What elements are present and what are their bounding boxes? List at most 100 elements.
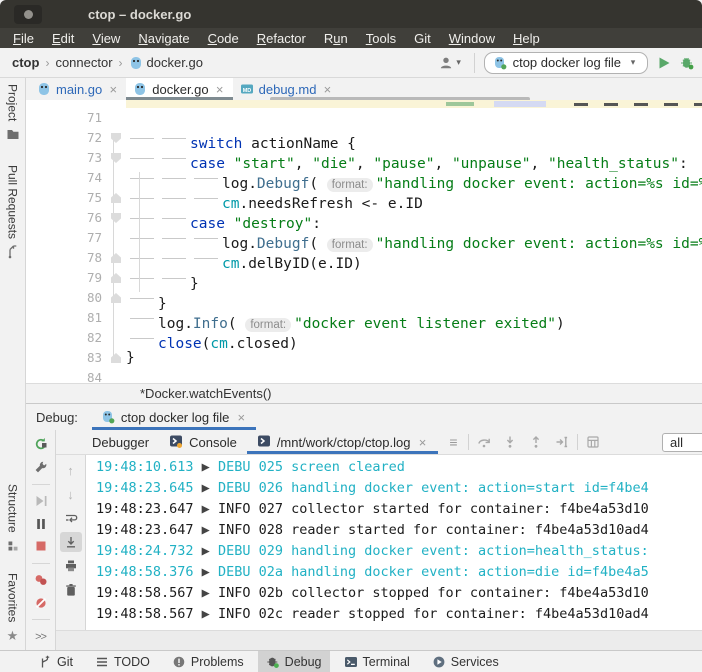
pause-button[interactable] (30, 514, 52, 533)
statusbar-item-todo[interactable]: TODO (87, 651, 158, 672)
line-number: 81 (26, 308, 126, 328)
menu-tools[interactable]: Tools (357, 31, 405, 46)
line-number: 83 (26, 348, 126, 368)
fold-marker-icon[interactable] (111, 273, 121, 283)
stripe-button-pull-requests[interactable]: Pull Requests (6, 165, 20, 259)
close-icon[interactable]: × (321, 83, 333, 95)
fold-marker-icon[interactable] (111, 153, 121, 163)
breadcrumb-label: connector (55, 55, 112, 70)
step-over-button[interactable] (473, 432, 495, 452)
debug-tab-debugger[interactable]: Debugger (82, 430, 159, 454)
code-line: 73case "start", "die", "pause", "unpause… (26, 148, 702, 168)
clear-log-button[interactable] (60, 580, 82, 600)
view-breakpoints-button[interactable] (30, 571, 52, 590)
stop-button[interactable] (30, 537, 52, 556)
tab-icon-wrap (257, 434, 271, 451)
editor-tab-main.go[interactable]: main.go× (30, 78, 126, 100)
user-share-button[interactable]: ▾ (439, 56, 465, 70)
mute-breakpoints-button[interactable] (30, 593, 52, 612)
layout-settings-button[interactable]: ≡ (442, 432, 464, 452)
rerun-icon (34, 437, 48, 451)
hidden-more-button[interactable]: >> (30, 627, 52, 646)
settings-button[interactable] (30, 458, 52, 477)
menu-view[interactable]: View (83, 31, 129, 46)
editor-tab-docker.go[interactable]: docker.go× (126, 78, 232, 100)
code-editor[interactable]: 7172switch actionName {73case "start", "… (26, 100, 702, 403)
clipped-token (574, 103, 702, 106)
window-menu-button[interactable] (14, 5, 42, 24)
run-to-cursor-icon (555, 435, 569, 449)
log-message: INFO 028 reader started for container: f… (218, 522, 649, 538)
log-arrow-icon: ▶ (194, 564, 218, 580)
line-number: 82 (26, 328, 126, 348)
run-to-cursor-button[interactable] (551, 432, 573, 452)
debug-session-tab[interactable]: ctop docker log file × (92, 404, 256, 430)
statusbar-item-problems[interactable]: Problems (164, 651, 252, 672)
menu-file[interactable]: File (4, 31, 43, 46)
tab-whitespace (158, 228, 190, 248)
fold-marker-icon[interactable] (111, 213, 121, 223)
tab-whitespace (190, 168, 222, 188)
fold-marker-icon[interactable] (111, 193, 121, 203)
tab-label: debug.md (259, 82, 317, 97)
run-button[interactable] (657, 56, 671, 70)
stripe-button-project[interactable]: Project (6, 84, 20, 141)
menu-git[interactable]: Git (405, 31, 440, 46)
statusbar-item-debug[interactable]: Debug (258, 651, 330, 672)
menu-window[interactable]: Window (440, 31, 504, 46)
statusbar-item-git[interactable]: Git (30, 651, 81, 672)
problems-icon (172, 655, 186, 669)
menu-help[interactable]: Help (504, 31, 549, 46)
log-output[interactable]: 19:48:10.613 ▶ DEBU 025 screen cleared19… (86, 455, 702, 630)
debug-button[interactable] (680, 56, 694, 70)
step-out-button[interactable] (525, 432, 547, 452)
debug-tab--mnt-work-ctop-ctop-log[interactable]: /mnt/work/ctop/ctop.log× (247, 430, 439, 454)
toolbar-separator (32, 484, 50, 485)
line-number: 78 (26, 248, 126, 268)
fold-marker-icon[interactable] (111, 293, 121, 303)
log-row: 19:48:10.613 ▶ DEBU 025 screen cleared (96, 457, 702, 478)
chevron-down-icon: ▾ (627, 57, 639, 69)
step-into-button[interactable] (499, 432, 521, 452)
gopher-icon (37, 82, 51, 96)
close-icon[interactable]: × (107, 83, 119, 95)
menu-code[interactable]: Code (199, 31, 248, 46)
menu-edit[interactable]: Edit (43, 31, 83, 46)
code-token: .closed) (228, 336, 298, 352)
step-out-icon (529, 435, 543, 449)
tab-whitespace (158, 188, 190, 208)
print-button[interactable] (60, 556, 82, 576)
log-filter-combo[interactable]: all (662, 433, 702, 452)
log-message: DEBU 029 handling docker event: action=h… (218, 543, 649, 559)
fold-marker-icon[interactable] (111, 133, 121, 143)
stripe-top-group: Project Pull Requests (0, 84, 25, 259)
evaluate-expression-button[interactable] (582, 432, 604, 452)
close-icon[interactable]: × (214, 83, 226, 95)
menu-run[interactable]: Run (315, 31, 357, 46)
statusbar-item-services[interactable]: Services (424, 651, 507, 672)
breadcrumb-item-connector[interactable]: connector (55, 55, 112, 70)
menu-navigate[interactable]: Navigate (129, 31, 198, 46)
tab-whitespace (190, 228, 222, 248)
breadcrumb-item-docker.go[interactable]: docker.go (129, 55, 203, 70)
stripe-button-structure[interactable]: Structure (6, 484, 20, 553)
menu-refactor[interactable]: Refactor (248, 31, 315, 46)
breadcrumb-item-ctop[interactable]: ctop (12, 55, 39, 70)
fold-marker-icon[interactable] (111, 353, 121, 363)
code-token: ) (556, 316, 565, 332)
debug-tab-console[interactable]: Console (159, 430, 247, 454)
resume-button[interactable] (30, 491, 52, 510)
scroll-to-end-button[interactable] (60, 532, 82, 552)
navigate-up-button[interactable]: ↑ (60, 460, 82, 480)
run-configuration-combo[interactable]: ctop docker log file ▾ (484, 52, 648, 74)
stripe-button-favorites[interactable]: Favorites★ (6, 573, 20, 642)
close-icon[interactable]: × (235, 411, 247, 423)
soft-wrap-button[interactable] (60, 508, 82, 528)
ide-window: ctop – docker.go FileEditViewNavigateCod… (0, 0, 702, 672)
rerun-button[interactable] (30, 435, 52, 454)
statusbar-item-terminal[interactable]: Terminal (336, 651, 418, 672)
structure-icon (6, 539, 20, 553)
close-icon[interactable]: × (416, 436, 428, 448)
navigate-down-button[interactable]: ↓ (60, 484, 82, 504)
fold-marker-icon[interactable] (111, 253, 121, 263)
